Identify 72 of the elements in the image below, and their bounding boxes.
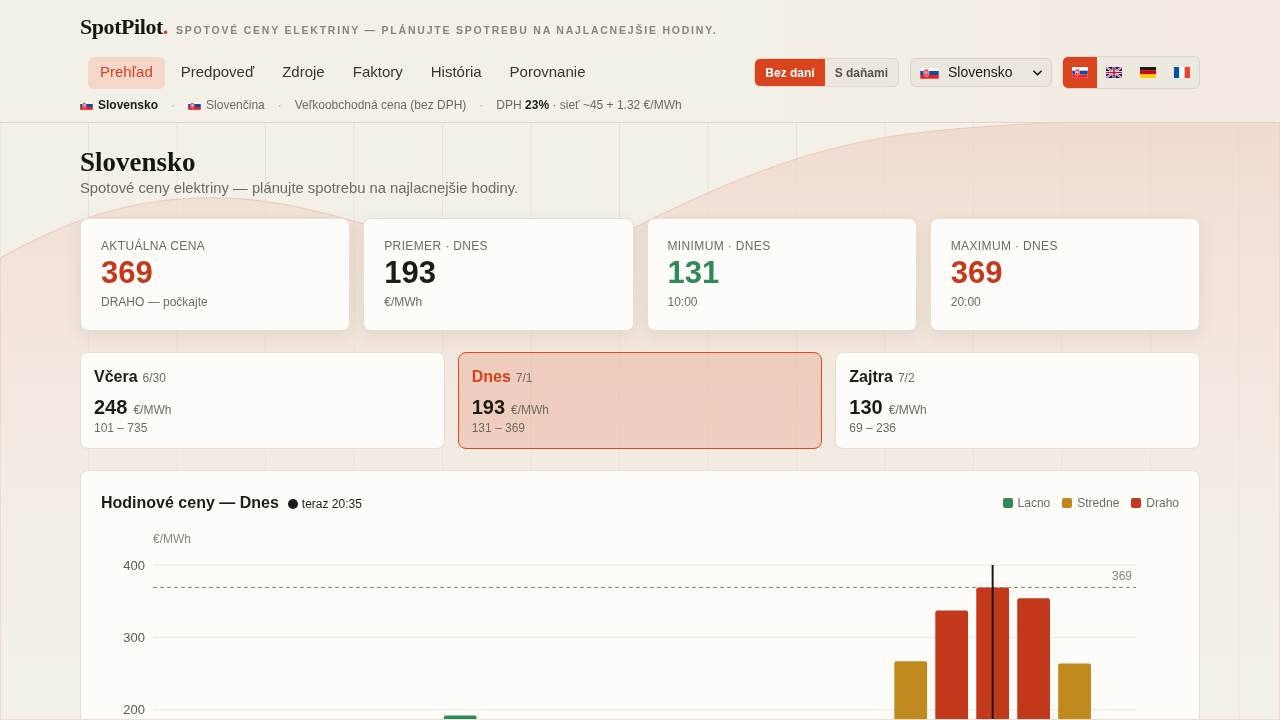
middot-separator: ·	[479, 97, 484, 114]
day-name: Včera	[94, 367, 138, 387]
stat-note: €/MWh	[384, 294, 423, 310]
french-flag-icon	[1174, 67, 1190, 78]
chart-bar	[1058, 663, 1091, 719]
day-average-price: 130	[849, 395, 883, 419]
nav-tab[interactable]: Porovnanie	[497, 56, 598, 89]
german-flag-icon	[1140, 67, 1156, 78]
day-date: 7/1	[515, 370, 533, 386]
current-time-label: teraz 20:35	[301, 496, 362, 512]
day-name: Zajtra	[849, 367, 893, 387]
day-average-price: 248	[94, 395, 128, 419]
day-card[interactable]: Dnes 7/1 193 €/MWh 131 – 369	[457, 352, 823, 449]
stat-value: 193	[384, 257, 436, 289]
country-select[interactable]: Slovensko	[910, 58, 1052, 87]
language-button[interactable]	[1063, 57, 1097, 88]
page-subtitle: Spotové ceny elektriny — plánujte spotrebu na najlacnejšie hodiny.	[80, 179, 519, 198]
day-price-range: 131 – 369	[471, 420, 526, 436]
logo[interactable]: SpotPilot.	[80, 16, 168, 38]
page-title: Slovensko	[80, 146, 196, 178]
day-date: 7/2	[897, 370, 915, 386]
chart-title: Hodinové ceny — Dnes	[101, 493, 279, 513]
y-tick-label: 200	[123, 702, 145, 718]
nav-tab[interactable]: Predpoveď	[168, 56, 267, 89]
country-name: Slovensko	[98, 97, 159, 114]
nav-tab[interactable]: História	[418, 56, 494, 89]
info-text: Veľkoobchodná cena (bez DPH)	[294, 97, 467, 114]
slovak-flag-icon	[1072, 67, 1088, 78]
stat-value: 369	[950, 257, 1003, 289]
slovak-flag-icon	[80, 100, 93, 110]
tagline: SPOTOVÉ CENY ELEKTRINY — PLÁNUJTE SPOTREBU NA NAJLACNEJŠIE HODINY.	[175, 23, 718, 38]
tax-option[interactable]: S daňami	[824, 59, 898, 86]
stat-note: DRAHO — počkajte	[101, 294, 208, 310]
language-name: Slovenčina	[206, 97, 265, 114]
tax-option[interactable]: Bez daní	[755, 59, 825, 86]
day-date: 6/30	[142, 370, 166, 386]
stat-note: 20:00	[950, 294, 981, 310]
y-tick-label: 300	[123, 629, 145, 645]
price-unit: €/MWh	[133, 402, 172, 418]
stat-label: MINIMUM · DNES	[667, 238, 771, 254]
stat-note: 10:00	[667, 294, 698, 310]
stat-label: AKTUÁLNA CENA	[101, 238, 206, 254]
british-flag-icon	[1106, 67, 1122, 78]
day-average-price: 193	[471, 395, 506, 419]
nav-tab[interactable]: Zdroje	[270, 56, 337, 89]
price-unit: €/MWh	[511, 402, 550, 418]
day-price-range: 101 – 735	[94, 420, 148, 436]
chevron-down-icon	[1033, 69, 1042, 76]
legend-label: Lacno	[1017, 495, 1051, 511]
day-price-range: 69 – 236	[849, 420, 897, 436]
day-name: Dnes	[471, 367, 511, 387]
reference-line-label: 369	[1111, 569, 1132, 584]
stat-value: 131	[667, 257, 720, 289]
day-card[interactable]: Zajtra 7/2 130 €/MWh 69 – 236	[835, 352, 1200, 449]
legend-label: Stredne	[1077, 495, 1120, 511]
middot-separator: ·	[277, 97, 282, 114]
y-tick-label: 400	[123, 557, 145, 573]
chart-bar	[894, 661, 928, 719]
slovak-flag-icon	[188, 100, 202, 110]
price-unit: €/MWh	[888, 402, 927, 418]
dot-icon	[287, 499, 298, 509]
legend-label: Draho	[1146, 495, 1179, 511]
info-text: DPH 23% · sieť ~45 + 1.32 €/MWh	[496, 97, 682, 114]
slovak-flag-icon	[920, 66, 939, 79]
stat-label: PRIEMER · DNES	[384, 238, 488, 254]
stat-value: 369	[101, 257, 153, 289]
day-card[interactable]: Včera 6/30 248 €/MWh 101 – 735	[80, 352, 445, 449]
middot-separator: ·	[171, 97, 176, 114]
chart-bar	[443, 715, 477, 719]
stat-label: MAXIMUM · DNES	[950, 238, 1058, 254]
y-axis-label: €/MWh	[153, 532, 191, 546]
nav-tab[interactable]: Faktory	[340, 56, 415, 89]
